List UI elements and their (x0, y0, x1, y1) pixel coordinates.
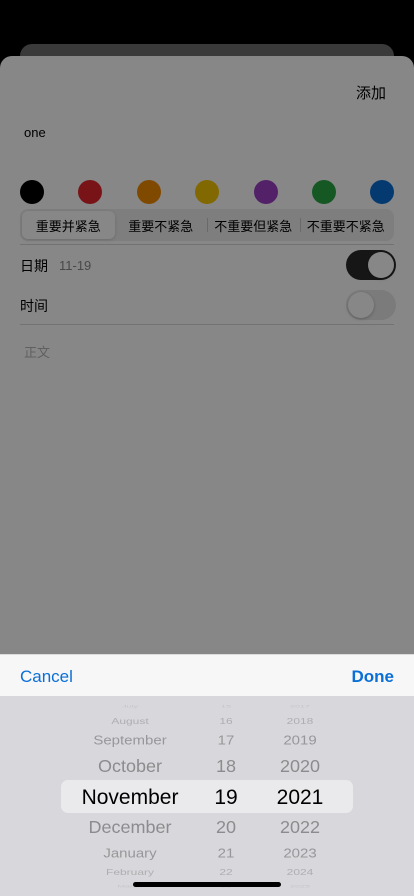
cancel-button[interactable]: Cancel (20, 667, 73, 687)
year-option[interactable]: 2018 (254, 717, 346, 725)
month-option[interactable]: September (62, 733, 198, 746)
month-option[interactable]: January (62, 846, 198, 859)
date-picker-wheel[interactable]: July August September October November Decemb… (0, 696, 414, 896)
picker-toolbar: Cancel Done (0, 654, 414, 696)
day-wheel[interactable]: 151617181920212223 (198, 696, 254, 896)
year-option[interactable]: 2022 (254, 818, 346, 835)
year-option[interactable]: 2024 (254, 868, 346, 876)
day-option[interactable]: 18 (198, 757, 254, 774)
year-wheel[interactable]: 2017 2018 2019 2020 2021 2022 2023 2024 2025 (254, 696, 346, 896)
home-indicator (133, 882, 281, 887)
year-option[interactable]: 2023 (254, 846, 346, 859)
day-option[interactable]: 16 (198, 717, 254, 725)
year-option[interactable]: 2019 (254, 733, 346, 746)
month-option[interactable]: October (62, 757, 198, 774)
month-option[interactable]: November (62, 787, 198, 808)
day-option[interactable]: 22 (198, 868, 254, 876)
month-option[interactable]: February (62, 868, 198, 876)
year-option[interactable]: 2021 (254, 787, 346, 808)
month-option[interactable]: December (62, 818, 198, 835)
day-option[interactable]: 17 (198, 733, 254, 746)
month-wheel[interactable]: July August September October November Decemb… (62, 696, 198, 896)
day-option[interactable]: 15 (198, 704, 254, 708)
day-option[interactable]: 20 (198, 818, 254, 835)
year-option[interactable]: 2020 (254, 757, 346, 774)
month-option[interactable]: July (62, 704, 198, 708)
day-option[interactable]: 21 (198, 846, 254, 859)
day-option[interactable]: 19 (198, 787, 254, 808)
year-option[interactable]: 2017 (254, 704, 346, 708)
month-option[interactable]: August (62, 717, 198, 725)
done-button[interactable]: Done (352, 667, 395, 687)
